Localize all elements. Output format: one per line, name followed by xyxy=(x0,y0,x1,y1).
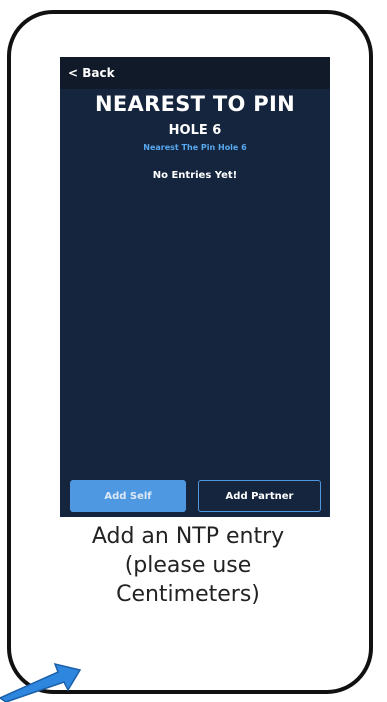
add-self-button[interactable]: Add Self xyxy=(70,480,186,512)
caption-line-3: Centimeters) xyxy=(116,582,260,607)
page-title: NEAREST TO PIN xyxy=(95,92,295,116)
back-button[interactable]: < Back xyxy=(68,66,115,80)
caption-line-2: (please use xyxy=(124,553,252,578)
top-bar: < Back xyxy=(60,57,330,89)
caption: Add an NTP entry (please use Centimeters… xyxy=(38,522,338,609)
caption-line-1: Add an NTP entry xyxy=(91,524,285,549)
hole-label: HOLE 6 xyxy=(168,123,222,138)
add-partner-button[interactable]: Add Partner xyxy=(198,480,321,512)
hole-subtitle: Nearest The Pin Hole 6 xyxy=(143,143,247,152)
phone-screen: < Back NEAREST TO PIN HOLE 6 Nearest The… xyxy=(60,57,330,517)
blue-arrow-icon xyxy=(0,662,82,702)
empty-message: No Entries Yet! xyxy=(152,170,238,181)
